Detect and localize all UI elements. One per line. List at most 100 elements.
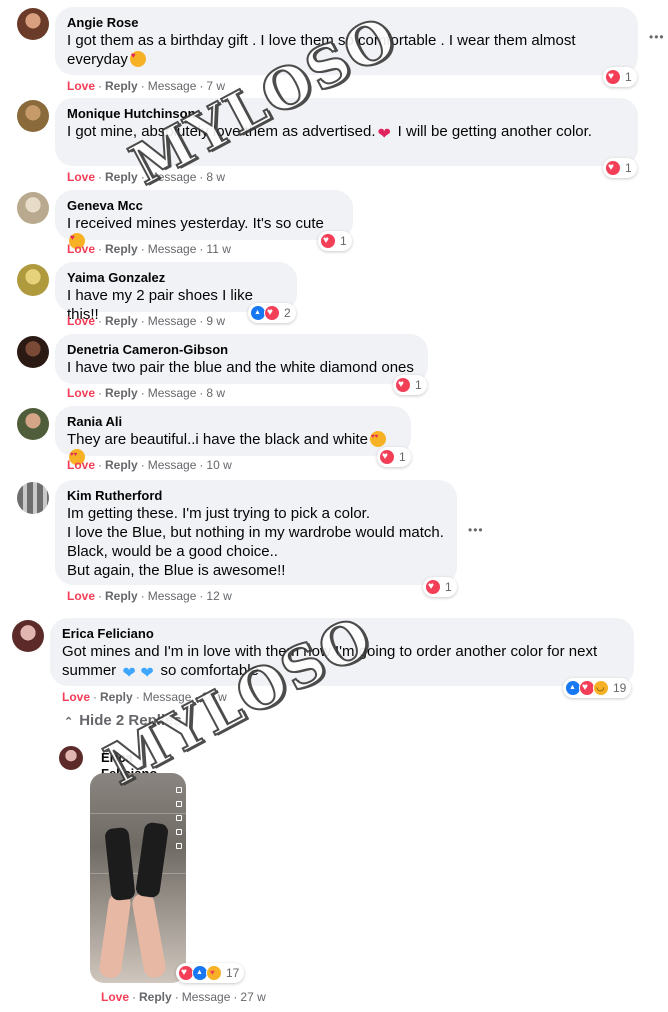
comment-author[interactable]: Monique Hutchinson <box>67 106 626 122</box>
photo-leg <box>130 891 168 980</box>
reply-button[interactable]: Reply <box>105 79 138 93</box>
comment-bubble: Denetria Cameron-Gibson I have two pair … <box>55 334 428 384</box>
comment-actions: Love · Reply · Message · 8 w <box>67 385 225 401</box>
message-button[interactable]: Message <box>148 79 197 93</box>
avatar[interactable] <box>17 100 49 132</box>
avatar[interactable] <box>17 408 49 440</box>
chevron-up-icon: ⌃ <box>64 716 74 728</box>
separator: · <box>98 242 103 256</box>
more-options-icon[interactable]: ••• <box>649 30 665 44</box>
reaction-summary[interactable]: 1 <box>318 231 352 251</box>
comment-time[interactable]: 9 w <box>206 314 225 328</box>
separator: · <box>98 170 103 184</box>
comment-author[interactable]: Denetria Cameron-Gibson <box>67 342 416 358</box>
reaction-count: 1 <box>340 234 347 248</box>
avatar[interactable] <box>17 336 49 368</box>
separator: · <box>174 990 179 1004</box>
comment-actions: Love · Reply · Message · 7 w <box>67 78 225 94</box>
reaction-summary[interactable]: 1 <box>393 375 427 395</box>
message-button[interactable]: Message <box>148 314 197 328</box>
comment-time[interactable]: 12 w <box>206 589 231 603</box>
love-reaction-icon <box>320 233 336 249</box>
separator: · <box>140 589 145 603</box>
avatar[interactable] <box>17 8 49 40</box>
separator: · <box>199 242 204 256</box>
comment-actions: Love · Reply · Message · 11 w <box>67 241 231 257</box>
avatar[interactable] <box>12 620 44 652</box>
separator: · <box>98 589 103 603</box>
avatar[interactable] <box>17 482 49 514</box>
avatar[interactable] <box>17 192 49 224</box>
reply-button[interactable]: Reply <box>105 386 138 400</box>
comment-author[interactable]: Kim Rutherford <box>67 488 445 504</box>
reaction-summary[interactable]: 19 <box>563 678 632 698</box>
blue-heart-icon: ❤ <box>122 665 136 682</box>
photo-tool-icon <box>176 815 182 821</box>
comment-actions: Love · Reply · Message · 9 w <box>67 313 225 329</box>
separator: · <box>98 386 103 400</box>
comment-time[interactable]: 8 w <box>206 170 225 184</box>
comment-text: I received mines yesterday. It's so cute <box>67 215 324 232</box>
reaction-summary[interactable]: 1 <box>377 447 411 467</box>
love-button[interactable]: Love <box>62 690 90 704</box>
love-button[interactable]: Love <box>67 589 95 603</box>
love-button[interactable]: Love <box>67 386 95 400</box>
reaction-summary[interactable]: 1 <box>603 67 637 87</box>
message-button[interactable]: Message <box>148 386 197 400</box>
more-options-icon[interactable]: ••• <box>468 523 484 537</box>
reaction-count: 1 <box>625 161 632 175</box>
reaction-count: 1 <box>625 70 632 84</box>
photo-floor-line <box>90 813 186 814</box>
comment-author[interactable]: Rania Ali <box>67 414 399 430</box>
love-button[interactable]: Love <box>101 990 129 1004</box>
message-button[interactable]: Message <box>148 589 197 603</box>
separator: · <box>199 79 204 93</box>
reaction-summary[interactable]: 17 <box>176 963 245 983</box>
message-button[interactable]: Message <box>148 458 197 472</box>
love-reaction-icon <box>605 160 621 176</box>
separator: · <box>140 458 145 472</box>
message-button[interactable]: Message <box>148 242 197 256</box>
comment-actions: Love · Reply · Message · 12 w <box>67 588 232 604</box>
reaction-count: 19 <box>613 681 627 695</box>
love-button[interactable]: Love <box>67 314 95 328</box>
comment-author[interactable]: Geneva Mcc <box>67 198 341 214</box>
reaction-count: 1 <box>399 450 406 464</box>
reaction-summary[interactable]: 1 <box>423 577 457 597</box>
photo-tool-icon <box>176 787 182 793</box>
reply-button[interactable]: Reply <box>105 458 138 472</box>
reply-button[interactable]: Reply <box>105 242 138 256</box>
reply-button[interactable]: Reply <box>139 990 172 1004</box>
care-reaction-icon <box>206 965 222 981</box>
message-button[interactable]: Message <box>182 990 231 1004</box>
separator: · <box>98 458 103 472</box>
love-button[interactable]: Love <box>67 170 95 184</box>
reaction-summary[interactable]: 1 <box>603 158 637 178</box>
love-button[interactable]: Love <box>67 79 95 93</box>
reply-photo[interactable] <box>90 773 186 983</box>
reply-button[interactable]: Reply <box>100 690 133 704</box>
love-button[interactable]: Love <box>67 242 95 256</box>
comment-bubble: Rania Ali They are beautiful..i have the… <box>55 406 411 465</box>
comment-time[interactable]: 11 w <box>206 242 230 256</box>
photo-tool-icon <box>176 829 182 835</box>
reaction-summary[interactable]: 2 <box>248 303 296 323</box>
reply-button[interactable]: Reply <box>105 170 138 184</box>
love-button[interactable]: Love <box>67 458 95 472</box>
reply-button[interactable]: Reply <box>105 589 138 603</box>
comment-author[interactable]: Yaima Gonzalez <box>67 270 285 286</box>
avatar[interactable] <box>59 746 83 770</box>
separator: · <box>140 79 145 93</box>
comment-text-part: I will be getting another color. <box>393 123 592 140</box>
smiling-face-with-hearts-icon <box>129 51 146 67</box>
reply-time[interactable]: 27 w <box>240 990 265 1004</box>
separator: · <box>98 314 103 328</box>
photo-tool-icon <box>176 801 182 807</box>
comment-time[interactable]: 8 w <box>206 386 225 400</box>
separator: · <box>199 589 204 603</box>
avatar[interactable] <box>17 264 49 296</box>
comment-text: I have two pair the blue and the white d… <box>67 359 414 376</box>
comment-time[interactable]: 10 w <box>206 458 231 472</box>
reply-button[interactable]: Reply <box>105 314 138 328</box>
separator: · <box>98 79 103 93</box>
